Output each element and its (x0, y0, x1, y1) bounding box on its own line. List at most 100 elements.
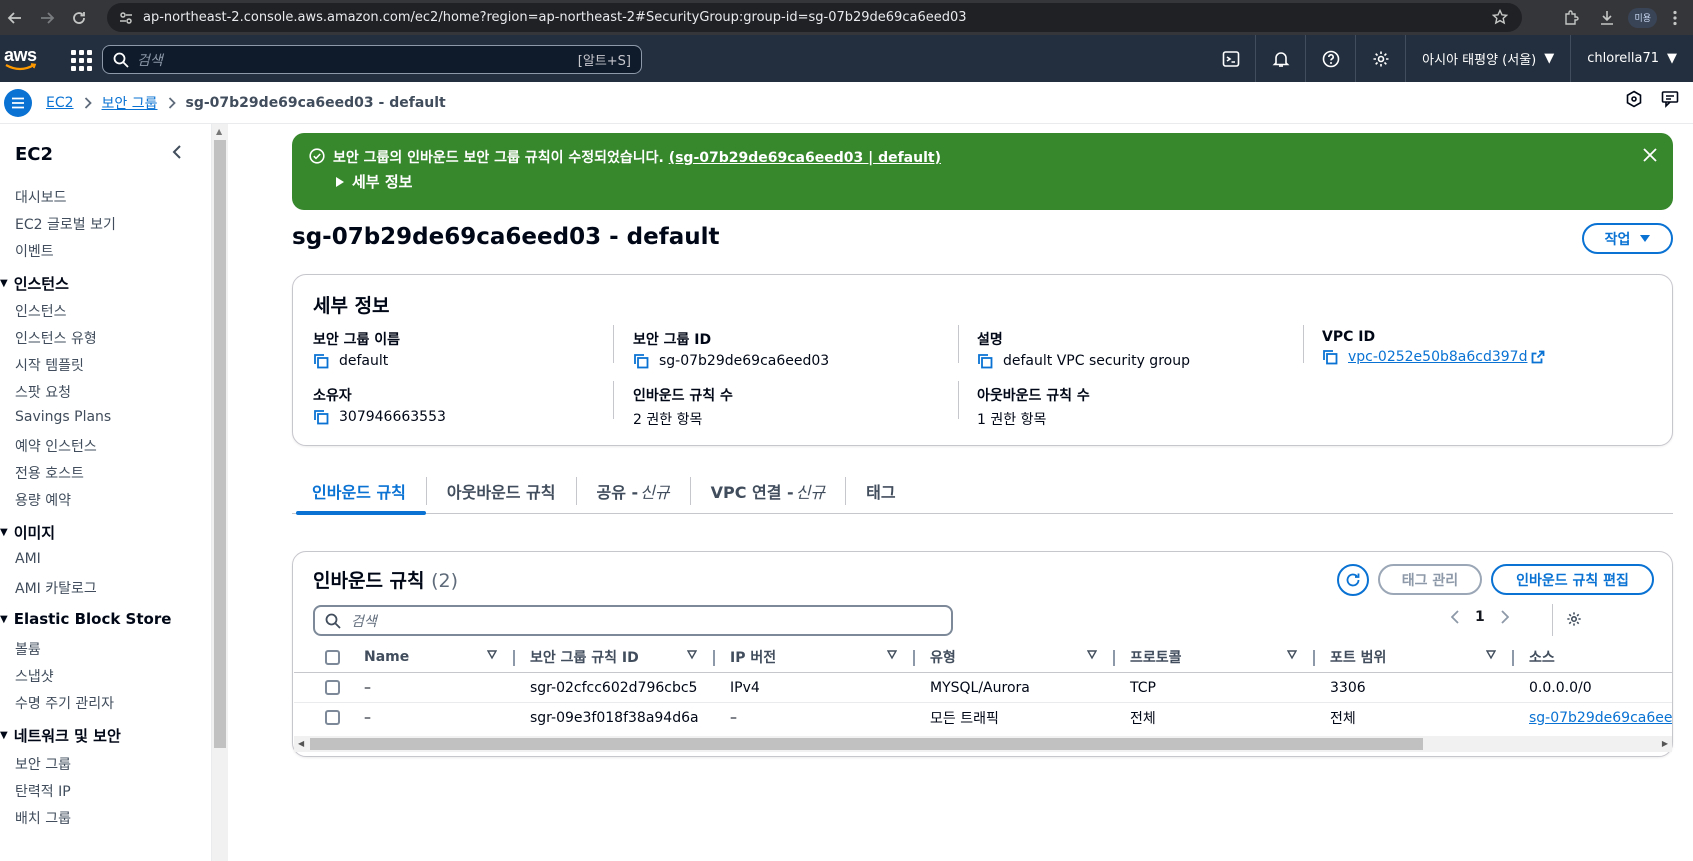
manage-tags-button[interactable]: 태그 관리 (1378, 564, 1482, 595)
sidebar-item-global-view[interactable]: EC2 글로벌 보기 (15, 214, 116, 234)
sidebar-item-dedicated-hosts[interactable]: 전용 호스트 (15, 463, 84, 483)
tab-tags[interactable]: 태그 (846, 468, 915, 514)
sidebar-item-capacity-reservations[interactable]: 용량 예약 (15, 490, 71, 510)
col-protocol[interactable]: 프로토콜 (1115, 642, 1315, 673)
tab-vpc-associations[interactable]: VPC 연결 - 신규 (691, 468, 846, 514)
scroll-left-icon[interactable]: ◀ (298, 739, 304, 748)
copy-icon[interactable] (977, 353, 993, 369)
tab-outbound-rules[interactable]: 아웃바운드 규칙 (427, 468, 576, 514)
external-link-icon[interactable] (1531, 350, 1545, 364)
pager-divider (1552, 604, 1553, 636)
column-divider (613, 381, 614, 419)
row-checkbox[interactable] (325, 710, 340, 726)
edit-inbound-rules-button[interactable]: 인바운드 규칙 편집 (1491, 564, 1654, 595)
col-port-range[interactable]: 포트 범위 (1315, 642, 1514, 673)
collapse-sidebar-icon[interactable] (172, 144, 182, 160)
close-icon[interactable] (1643, 148, 1657, 162)
profile-button[interactable]: 미용 (1628, 7, 1657, 28)
sidebar-item-reserved-instances[interactable]: 예약 인스턴스 (15, 436, 97, 456)
table-scroll-thumb[interactable] (310, 738, 1423, 750)
actions-dropdown-button[interactable]: 작업 (1582, 223, 1673, 254)
col-ip-version[interactable]: IP 버전 (715, 642, 915, 673)
tab-sharing[interactable]: 공유 - 신규 (577, 468, 690, 514)
hexagon-info-icon[interactable] (1625, 90, 1643, 108)
refresh-button[interactable] (1337, 564, 1369, 596)
sidebar-item-security-groups[interactable]: 보안 그룹 (15, 754, 71, 774)
feedback-icon[interactable] (1661, 90, 1679, 108)
browser-menu-icon[interactable] (1663, 10, 1687, 26)
sidebar-item-events[interactable]: 이벤트 (15, 241, 54, 261)
rules-search-input[interactable]: 검색 (313, 605, 953, 636)
notifications-bell-icon[interactable] (1256, 35, 1307, 82)
sidebar-section-ebs[interactable]: ▼ Elastic Block Store (0, 610, 171, 628)
cell-type: MYSQL/Aurora (915, 672, 1115, 703)
settings-gear-icon[interactable] (1356, 35, 1407, 82)
services-grid-icon[interactable] (68, 47, 92, 71)
sidebar-item-ami-catalog[interactable]: AMI 카탈로그 (15, 578, 97, 598)
sidebar-item-elastic-ips[interactable]: 탄력적 IP (15, 781, 71, 801)
bookmark-star-icon[interactable] (1492, 9, 1508, 25)
hamburger-menu-icon[interactable] (4, 88, 32, 117)
sidebar-scrollbar[interactable]: ▲ (212, 124, 228, 861)
sidebar-item-lifecycle-manager[interactable]: 수명 주기 관리자 (15, 693, 114, 713)
scroll-up-icon[interactable]: ▲ (216, 127, 222, 136)
cloudshell-icon[interactable] (1206, 35, 1257, 82)
chevron-left-icon[interactable] (1451, 610, 1459, 624)
copy-icon[interactable] (633, 353, 649, 369)
col-source[interactable]: 소스 (1514, 642, 1672, 673)
help-icon[interactable] (1306, 35, 1357, 82)
breadcrumb-security-groups[interactable]: 보안 그룹 (102, 93, 158, 113)
address-bar[interactable]: ap-northeast-2.console.aws.amazon.com/ec… (107, 3, 1522, 32)
col-type[interactable]: 유형 (915, 642, 1115, 673)
sidebar-section-network-security[interactable]: ▼ 네트워크 및 보안 (0, 725, 121, 746)
page-number[interactable]: 1 (1475, 609, 1485, 625)
sidebar-item-ami[interactable]: AMI (15, 551, 41, 567)
extensions-icon[interactable] (1556, 9, 1586, 26)
breadcrumb-ec2[interactable]: EC2 (46, 95, 74, 111)
flash-details-toggle[interactable]: 세부 정보 (336, 171, 412, 192)
col-name[interactable]: Name (349, 642, 515, 673)
copy-icon[interactable] (1322, 349, 1338, 365)
region-selector[interactable]: 아시아 태평양 (서울) ▼ (1406, 35, 1572, 82)
account-menu[interactable]: chlorella71 ▼ (1571, 35, 1693, 82)
sidebar-item-instances[interactable]: 인스턴스 (15, 301, 67, 321)
col-rule-id[interactable]: 보안 그룹 규칙 ID (515, 642, 715, 673)
nav-right-group: 아시아 태평양 (서울) ▼ chlorella71 ▼ (1206, 35, 1693, 82)
cell-text: 모든 트래픽 (930, 710, 999, 727)
select-all-checkbox[interactable] (325, 649, 340, 665)
chevron-right-icon[interactable] (1501, 610, 1509, 624)
table-row[interactable]: – sgr-02cfcc602d796cbc5 IPv4 MYSQL/Auror… (294, 672, 1672, 703)
aws-logo[interactable]: aws (4, 44, 46, 74)
copy-icon[interactable] (313, 409, 329, 425)
sidebar-scroll-thumb[interactable] (214, 140, 226, 748)
vpc-id-link[interactable]: vpc-0252e50b8a6cd397d (1348, 349, 1527, 365)
forward-icon[interactable] (34, 5, 60, 31)
sidebar-item-instance-types[interactable]: 인스턴스 유형 (15, 328, 97, 348)
table-horizontal-scrollbar[interactable]: ◀ ▶ (294, 736, 1672, 752)
flash-sg-link[interactable]: (sg-07b29de69ca6eed03 | default) (669, 150, 941, 166)
back-icon[interactable] (2, 5, 28, 31)
copy-icon[interactable] (313, 353, 329, 369)
download-icon[interactable] (1592, 10, 1622, 26)
tab-inbound-rules[interactable]: 인바운드 규칙 (292, 468, 426, 515)
inbound-rules-panel: 인바운드 규칙 (2) 태그 관리 인바운드 규칙 편집 검색 1 Name 보… (292, 551, 1673, 757)
reload-icon[interactable] (66, 5, 92, 31)
sidebar-item-volumes[interactable]: 볼륨 (15, 639, 41, 659)
sidebar-section-images[interactable]: ▼ 이미지 (0, 522, 55, 543)
sidebar-item-spot-requests[interactable]: 스팟 요청 (15, 382, 71, 402)
site-info-icon[interactable] (119, 11, 133, 25)
sidebar-item-snapshots[interactable]: 스냅샷 (15, 666, 54, 686)
global-search-input[interactable]: 검색 [알트+S] (102, 45, 642, 74)
sidebar-item-dashboard[interactable]: 대시보드 (15, 187, 67, 207)
table-row[interactable]: – sgr-09e3f018f38a94d6a – 모든 트래픽 전체 전체 s… (294, 703, 1672, 731)
source-sg-link[interactable]: sg-07b29de69ca6eed03 (1529, 710, 1672, 726)
sidebar-item-savings-plans[interactable]: Savings Plans (15, 409, 111, 425)
sidebar-section-instances[interactable]: ▼ 인스턴스 (0, 273, 69, 294)
field-label: 소유자 (313, 388, 352, 404)
sidebar-item-placement-groups[interactable]: 배치 그룹 (15, 808, 71, 828)
table-preferences-gear-icon[interactable] (1566, 611, 1582, 627)
scroll-right-icon[interactable]: ▶ (1662, 739, 1668, 748)
row-checkbox[interactable] (325, 680, 340, 695)
field-inbound-count: 인바운드 규칙 수 2 권한 항목 (633, 385, 733, 429)
sidebar-item-launch-templates[interactable]: 시작 템플릿 (15, 355, 84, 375)
